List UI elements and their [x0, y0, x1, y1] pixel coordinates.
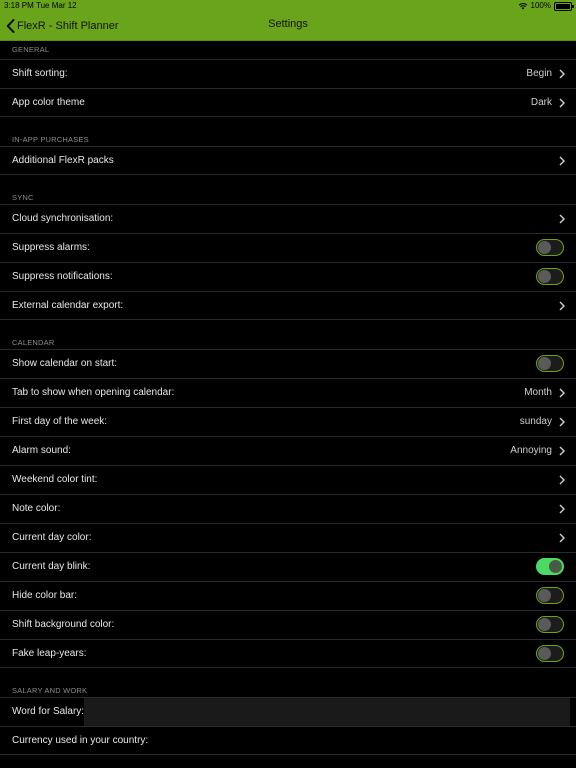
- row-shift-sorting[interactable]: Shift sorting: Begin: [0, 59, 576, 88]
- row-weekend-tint[interactable]: Weekend color tint:: [0, 465, 576, 494]
- row-suppress-alarms: Suppress alarms:: [0, 233, 576, 262]
- row-label: Note color:: [12, 503, 61, 514]
- shift-background-color-toggle[interactable]: [536, 616, 564, 633]
- chevron-right-icon: [559, 475, 565, 485]
- section-header-general: GENERAL: [12, 45, 50, 54]
- row-hide-color-bar: Hide color bar:: [0, 581, 576, 610]
- row-cloud-sync[interactable]: Cloud synchronisation:: [0, 204, 576, 233]
- row-label: Alarm sound:: [12, 445, 71, 456]
- chevron-right-icon: [559, 156, 565, 166]
- show-calendar-on-start-toggle[interactable]: [536, 355, 564, 372]
- row-value: Month: [524, 387, 552, 398]
- row-label: Tab to show when opening calendar:: [12, 387, 175, 398]
- row-word-for-salary: Word for Salary:: [0, 697, 576, 726]
- chevron-right-icon: [559, 504, 565, 514]
- row-label: Weekend color tint:: [12, 474, 98, 485]
- chevron-right-icon: [559, 69, 565, 79]
- row-label: External calendar export:: [12, 300, 124, 311]
- row-label: Suppress notifications:: [12, 271, 113, 282]
- suppress-alarms-toggle[interactable]: [536, 239, 564, 256]
- battery-icon: [554, 1, 574, 11]
- settings-list: GENERAL Shift sorting: Begin App color t…: [0, 41, 576, 755]
- chevron-right-icon: [559, 388, 565, 398]
- top-bar: 3:18 PM Tue Mar 12 100% FlexR - Shift Pl…: [0, 0, 576, 41]
- row-label: Word for Salary:: [12, 706, 85, 717]
- nav-bar: FlexR - Shift Planner Settings: [0, 14, 576, 38]
- row-current-day-color[interactable]: Current day color:: [0, 523, 576, 552]
- section-header-iap: IN-APP PURCHASES: [12, 135, 89, 144]
- row-label: Current day blink:: [12, 561, 91, 572]
- row-app-color-theme[interactable]: App color theme Dark: [0, 88, 576, 117]
- hide-color-bar-toggle[interactable]: [536, 587, 564, 604]
- chevron-right-icon: [559, 214, 565, 224]
- row-label: Hide color bar:: [12, 590, 78, 601]
- row-label: Currency used in your country:: [12, 735, 149, 746]
- row-label: Current day color:: [12, 532, 92, 543]
- row-shift-background-color: Shift background color:: [0, 610, 576, 639]
- section-header-sync: SYNC: [12, 193, 34, 202]
- row-label: Shift background color:: [12, 619, 115, 630]
- row-value: Annoying: [510, 445, 552, 456]
- row-value: sunday: [519, 416, 552, 427]
- row-first-day[interactable]: First day of the week: sunday: [0, 407, 576, 436]
- chevron-right-icon: [559, 533, 565, 543]
- word-for-salary-input[interactable]: [84, 698, 570, 726]
- battery-percent: 100%: [530, 1, 551, 10]
- row-label: Suppress alarms:: [12, 242, 90, 253]
- row-calendar-export[interactable]: External calendar export:: [0, 291, 576, 320]
- row-value: Dark: [530, 97, 552, 108]
- status-date: Tue Mar 12: [36, 1, 77, 10]
- chevron-right-icon: [559, 446, 565, 456]
- chevron-right-icon: [559, 417, 565, 427]
- row-label: Show calendar on start:: [12, 358, 118, 369]
- row-suppress-notifications: Suppress notifications:: [0, 262, 576, 291]
- row-label: First day of the week:: [12, 416, 108, 427]
- row-label: Additional FlexR packs: [12, 155, 114, 166]
- current-day-blink-toggle[interactable]: [536, 558, 564, 575]
- row-tab-on-open[interactable]: Tab to show when opening calendar: Month: [0, 378, 576, 407]
- row-label: Cloud synchronisation:: [12, 213, 114, 224]
- row-show-calendar-on-start: Show calendar on start:: [0, 349, 576, 378]
- row-label: Fake leap-years:: [12, 648, 87, 659]
- wifi-icon: [518, 3, 527, 10]
- row-value: Begin: [526, 68, 552, 79]
- row-fake-leap-years: Fake leap-years:: [0, 639, 576, 668]
- row-label: Shift sorting:: [12, 68, 68, 79]
- section-header-salary: SALARY AND WORK: [12, 686, 88, 695]
- chevron-right-icon: [559, 98, 565, 108]
- row-alarm-sound[interactable]: Alarm sound: Annoying: [0, 436, 576, 465]
- row-note-color[interactable]: Note color:: [0, 494, 576, 523]
- status-bar: 3:18 PM Tue Mar 12 100%: [0, 0, 576, 12]
- row-label: App color theme: [12, 97, 85, 108]
- section-header-calendar: CALENDAR: [12, 338, 55, 347]
- status-right: 100%: [518, 0, 574, 12]
- fake-leap-years-toggle[interactable]: [536, 645, 564, 662]
- status-time: 3:18 PM: [4, 1, 34, 10]
- row-additional-packs[interactable]: Additional FlexR packs: [0, 146, 576, 175]
- row-currency: Currency used in your country:: [0, 726, 576, 755]
- row-current-day-blink: Current day blink:: [0, 552, 576, 581]
- page-title: Settings: [268, 18, 308, 30]
- suppress-notifications-toggle[interactable]: [536, 268, 564, 285]
- chevron-right-icon: [559, 301, 565, 311]
